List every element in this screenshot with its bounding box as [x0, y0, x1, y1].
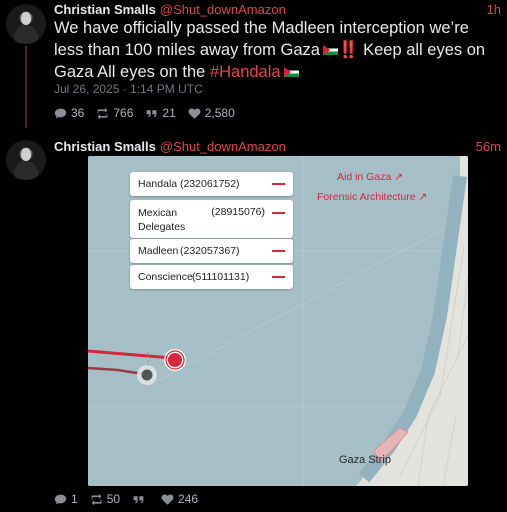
tweet-1[interactable]: Christian Smalls @Shut_downAmazon 1h We h…	[0, 0, 507, 128]
legend-vessel-name: Conscience	[138, 271, 193, 283]
reply-count: 36	[71, 106, 85, 120]
legend-line	[272, 212, 285, 214]
like-count: 2,580	[204, 106, 235, 120]
palestine-flag-icon	[322, 45, 338, 55]
retweet-count: 766	[113, 106, 134, 120]
author-name[interactable]: Christian Smalls	[54, 2, 156, 17]
quote-icon	[133, 495, 144, 503]
legend-vessel-mmsi: (232061752)	[180, 178, 240, 190]
legend-item-madleen[interactable]: Madleen (232057367)	[130, 239, 293, 263]
avatar-face	[21, 12, 31, 25]
author-handle[interactable]: @Shut_downAmazon	[160, 139, 286, 154]
map-image[interactable]: Handala (232061752) Mexican Delegates (28…	[88, 156, 468, 486]
legend-line	[272, 276, 285, 278]
aid-in-gaza-link[interactable]: Aid in Gaza ↗	[337, 171, 403, 183]
like-button[interactable]: 2,580	[188, 106, 235, 120]
avatar-body	[14, 161, 38, 180]
reply-button[interactable]: 36	[54, 106, 84, 120]
retweet-button[interactable]: 50	[90, 492, 120, 506]
tweet-date[interactable]: Jul 26, 2025 · 1:14 PM UTC	[54, 82, 203, 96]
tweet-stats: 1 50 246	[54, 492, 198, 506]
legend-vessel-name: Madleen	[138, 245, 179, 257]
author-name[interactable]: Christian Smalls	[54, 139, 156, 154]
heart-icon	[188, 107, 201, 119]
other-vessel-marker	[137, 365, 157, 385]
legend-vessel-mmsi: (511101131)	[192, 271, 250, 283]
reply-count: 1	[71, 492, 78, 506]
palestine-flag-icon	[283, 67, 299, 77]
quote-icon	[147, 109, 157, 117]
retweet-icon	[97, 107, 108, 119]
like-count: 246	[178, 492, 199, 506]
handala-vessel-marker	[164, 349, 186, 371]
legend-vessel-name: Handala	[138, 178, 178, 190]
avatar-body	[14, 25, 38, 44]
forensic-architecture-link[interactable]: Forensic Architecture ↗	[317, 191, 427, 203]
legend-line	[272, 250, 285, 252]
avatar[interactable]	[6, 4, 46, 44]
legend-vessel-mmsi: (232057367)	[180, 245, 240, 257]
double-exclamation-icon: ‼️	[337, 41, 359, 59]
author-handle[interactable]: @Shut_downAmazon	[160, 2, 286, 17]
tweet-2[interactable]: Christian Smalls @Shut_downAmazon 56m Ha…	[0, 132, 507, 512]
like-button[interactable]: 246	[161, 492, 198, 506]
tweet-time[interactable]: 1h	[487, 2, 501, 17]
quote-count: 21	[162, 106, 176, 120]
avatar[interactable]	[6, 140, 46, 180]
tweet-header: Christian Smalls @Shut_downAmazon 1h	[54, 2, 501, 17]
legend-line	[272, 183, 285, 185]
comment-icon	[54, 108, 67, 118]
tweet-stats: 36 766 21 2,580	[54, 106, 235, 120]
quote-button[interactable]: 21	[145, 106, 176, 120]
avatar-face	[21, 148, 31, 161]
retweet-button[interactable]: 766	[96, 106, 133, 120]
retweet-count: 50	[106, 492, 121, 506]
legend-vessel-mmsi: (28915076)	[211, 206, 265, 218]
tweet-text: We have officially passed the Madleen in…	[54, 17, 497, 83]
retweet-icon	[91, 493, 102, 505]
legend-item-conscience[interactable]: Conscience (511101131)	[130, 265, 293, 289]
comment-icon	[54, 494, 67, 504]
tweet-header: Christian Smalls @Shut_downAmazon 56m	[54, 139, 501, 154]
heart-icon	[161, 493, 174, 505]
legend-item-mexican-delegates[interactable]: Mexican Delegates (28915076)	[130, 200, 293, 238]
quote-button[interactable]	[132, 493, 149, 506]
thread-line	[25, 46, 27, 128]
legend-item-handala[interactable]: Handala (232061752)	[130, 172, 293, 196]
tweet-time[interactable]: 56m	[476, 139, 501, 154]
hashtag-link[interactable]: #Handala	[210, 63, 281, 81]
reply-button[interactable]: 1	[54, 492, 78, 506]
gaza-strip-label: Gaza Strip	[339, 454, 391, 466]
legend-vessel-name: Mexican Delegates	[138, 207, 186, 233]
